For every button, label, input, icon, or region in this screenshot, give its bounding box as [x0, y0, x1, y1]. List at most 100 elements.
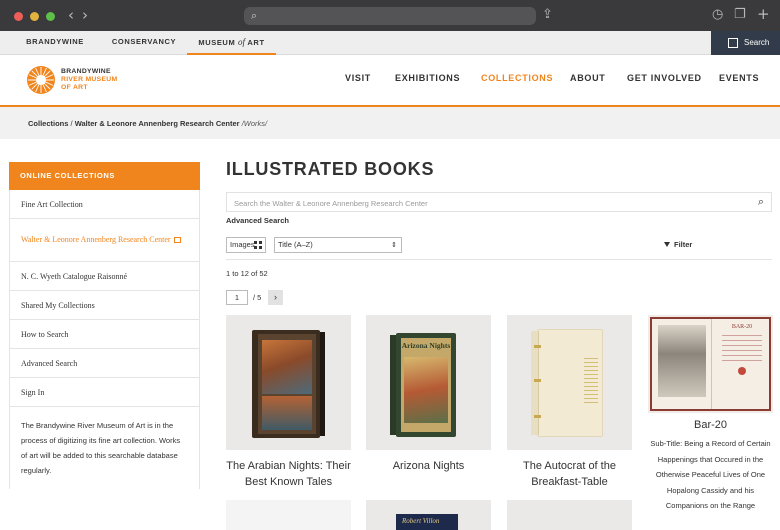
- search-icon[interactable]: ⌕: [758, 195, 764, 209]
- result-card-row2-2[interactable]: Robert Villon: [366, 500, 491, 530]
- page-total: / 5: [253, 293, 262, 302]
- sort-select[interactable]: Title (A–Z) ⇕: [274, 237, 402, 253]
- book-cover-title: Robert Villon: [402, 517, 440, 525]
- sidebar-item-label: Fine Art Collection: [21, 199, 83, 209]
- sidebar-item-catalogue-raisonne[interactable]: N. C. Wyeth Catalogue Raisonné: [9, 262, 200, 291]
- history-icon[interactable]: ◷: [712, 7, 723, 22]
- logo-line-3: OF ART: [61, 84, 88, 91]
- book-cover: [252, 330, 320, 438]
- search-icon: ⌕: [251, 9, 258, 22]
- card-title[interactable]: Bar-20: [648, 417, 773, 433]
- search-button[interactable]: Search: [711, 31, 780, 55]
- new-tab-icon[interactable]: +: [757, 5, 770, 23]
- breadcrumb-bar: Collections / Walter & Leonore Annenberg…: [0, 107, 780, 139]
- book-image[interactable]: [226, 315, 351, 450]
- sidebar-note: The Brandywine River Museum of Art is in…: [9, 407, 200, 489]
- breadcrumb-research-center[interactable]: Walter & Leonore Annenberg Research Cent…: [75, 119, 240, 128]
- minimize-window-button[interactable]: [30, 12, 39, 21]
- sort-value: Title (A–Z): [278, 240, 313, 249]
- card-title[interactable]: The Autocrat of the Breakfast-Table: [507, 458, 632, 490]
- breadcrumb: Collections / Walter & Leonore Annenberg…: [28, 119, 267, 128]
- logo-line-2: RIVER MUSEUM: [61, 76, 118, 83]
- book-cover: [537, 329, 603, 437]
- sidebar-item-label: Walter & Leonore Annenberg Research Cent…: [21, 233, 181, 247]
- book-cover: Arizona Nights: [396, 333, 456, 437]
- card-subtitle: Sub-Title: Being a Record of Certain Hap…: [650, 439, 771, 510]
- collection-search: ⌕: [226, 192, 772, 213]
- book-cover-title: BAR-20: [731, 324, 753, 330]
- result-card-row2-1[interactable]: [226, 500, 351, 530]
- search-input[interactable]: [227, 194, 737, 213]
- result-count: 1 to 12 of 52: [226, 269, 268, 278]
- filter-label: Filter: [674, 240, 693, 249]
- museum-logo-icon[interactable]: [26, 65, 56, 95]
- address-bar[interactable]: ⌕: [244, 7, 536, 25]
- filter-icon: [664, 242, 670, 247]
- advanced-search-link[interactable]: Advanced Search: [226, 216, 289, 225]
- result-card-autocrat[interactable]: The Autocrat of the Breakfast-Table: [507, 315, 632, 490]
- sidebar-item-research-center[interactable]: Walter & Leonore Annenberg Research Cent…: [9, 219, 200, 262]
- book-cover: Robert Villon: [396, 514, 458, 530]
- breadcrumb-works: /Works/: [239, 119, 268, 128]
- sidebar-item-advanced-search[interactable]: Advanced Search: [9, 349, 200, 378]
- sidebar-item-label: Shared My Collections: [21, 300, 95, 310]
- updown-chevron-icon: ⇕: [391, 241, 397, 249]
- result-card-row2-3[interactable]: [507, 500, 632, 530]
- share-icon[interactable]: ⇪: [542, 7, 553, 22]
- sidebar-item-sign-in[interactable]: Sign In: [9, 378, 200, 407]
- sidebar-item-shared-collections[interactable]: Shared My Collections: [9, 291, 200, 320]
- close-window-button[interactable]: [14, 12, 23, 21]
- next-page-button[interactable]: ›: [268, 290, 283, 305]
- sidebar-item-how-to-search[interactable]: How to Search: [9, 320, 200, 349]
- tab-conservancy[interactable]: CONSERVANCY: [102, 31, 186, 55]
- tab-museum-label: MUSEUM: [198, 38, 236, 47]
- nav-events[interactable]: EVENTS: [719, 55, 759, 105]
- sidebar-item-label: Advanced Search: [21, 358, 78, 368]
- site-switcher-bar: BRANDYWINE CONSERVANCY MUSEUM of ART: [0, 31, 780, 55]
- site-header: BRANDYWINE RIVER MUSEUM OF ART VISIT EXH…: [0, 55, 780, 107]
- book-cover: BAR-20: [650, 317, 771, 411]
- tab-museum-of: of: [237, 37, 245, 47]
- nav-exhibitions[interactable]: EXHIBITIONS: [395, 55, 460, 105]
- grid-icon: [254, 241, 262, 249]
- book-cover-title: Arizona Nights: [401, 341, 451, 350]
- zoom-window-button[interactable]: [46, 12, 55, 21]
- result-card-arabian-nights[interactable]: The Arabian Nights: Their Best Known Tal…: [226, 315, 351, 490]
- breadcrumb-collections[interactable]: Collections: [28, 119, 68, 128]
- sidebar-item-label: How to Search: [21, 329, 69, 339]
- book-image[interactable]: [507, 315, 632, 450]
- external-link-icon: [173, 237, 181, 244]
- logo-line-1: BRANDYWINE: [61, 68, 111, 75]
- view-mode-label: Images: [230, 240, 255, 249]
- nav-visit[interactable]: VISIT: [345, 55, 371, 105]
- nav-get-involved[interactable]: GET INVOLVED: [627, 55, 702, 105]
- nav-about[interactable]: ABOUT: [570, 55, 606, 105]
- card-title[interactable]: The Arabian Nights: Their Best Known Tal…: [226, 458, 351, 490]
- browser-toolbar: ‹› ⌕ ⇪ ◷ ❐ +: [0, 0, 780, 31]
- sidebar: ONLINE COLLECTIONS Fine Art Collection W…: [9, 162, 200, 489]
- search-label: Search: [744, 38, 770, 47]
- result-card-bar-20[interactable]: BAR-20 Bar-20 Sub-Title: Being a Record …: [648, 315, 773, 514]
- tab-brandywine[interactable]: BRANDYWINE: [17, 31, 93, 55]
- back-forward-icons[interactable]: ‹›: [68, 6, 96, 24]
- book-image[interactable]: BAR-20: [648, 315, 773, 413]
- book-image[interactable]: Arizona Nights: [366, 315, 491, 450]
- result-card-arizona-nights[interactable]: Arizona Nights Arizona Nights: [366, 315, 491, 474]
- museum-logo-text[interactable]: BRANDYWINE RIVER MUSEUM OF ART: [61, 68, 117, 92]
- page-title: ILLUSTRATED BOOKS: [226, 159, 435, 179]
- sidebar-item-label: Sign In: [21, 387, 45, 397]
- tab-museum-art: ART: [247, 38, 265, 47]
- nav-collections[interactable]: COLLECTIONS: [481, 55, 553, 105]
- tab-museum-of-art[interactable]: MUSEUM of ART: [187, 31, 276, 55]
- sidebar-item-fine-art[interactable]: Fine Art Collection: [9, 190, 200, 219]
- sidebar-heading: ONLINE COLLECTIONS: [9, 162, 200, 190]
- filter-button[interactable]: Filter: [664, 240, 692, 249]
- sidebar-item-label: N. C. Wyeth Catalogue Raisonné: [21, 271, 128, 281]
- content-area: ONLINE COLLECTIONS Fine Art Collection W…: [0, 139, 780, 530]
- divider: [226, 259, 772, 260]
- tabs-overview-icon[interactable]: ❐: [734, 7, 746, 22]
- card-title[interactable]: Arizona Nights: [366, 458, 491, 474]
- page-number-input[interactable]: 1: [226, 290, 248, 305]
- view-mode-select[interactable]: Images: [226, 237, 266, 253]
- search-square-icon: [728, 38, 738, 48]
